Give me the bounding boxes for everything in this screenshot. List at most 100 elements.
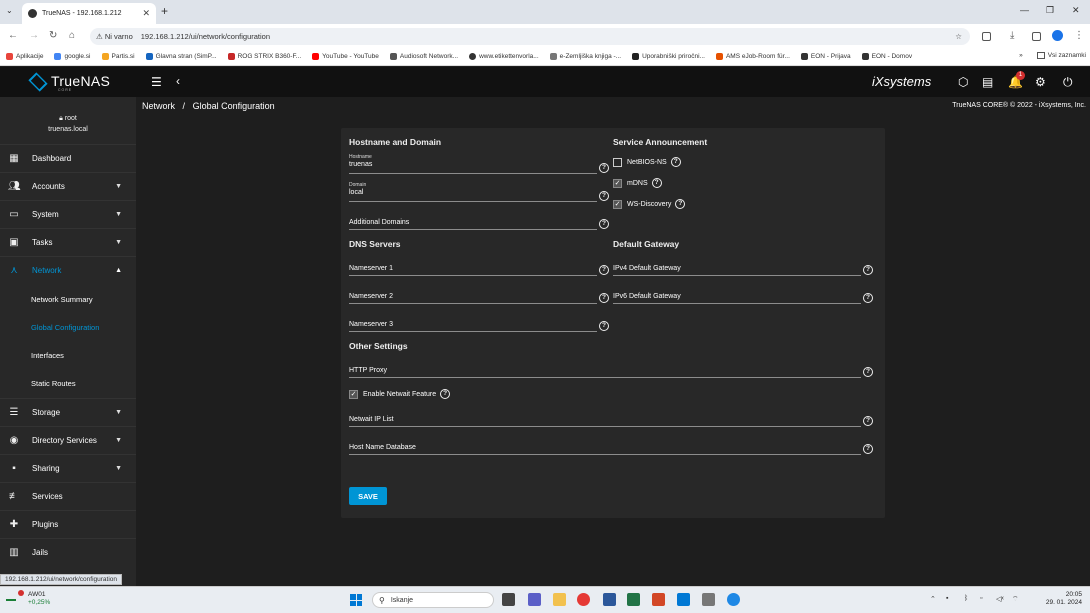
bookmark-item[interactable]: e-Zemljiška knjiga -... [549, 53, 621, 60]
network-tray-icon[interactable]: ⌔ [1012, 595, 1019, 604]
domain-field[interactable]: Domain local [349, 182, 597, 202]
sidebar-item-network[interactable]: ⋏ Network ▲ [0, 256, 136, 284]
sidebar-item-services[interactable]: ≢ Services [0, 482, 136, 510]
forward-icon[interactable]: → [29, 30, 39, 41]
nameserver-1-field[interactable]: Nameserver 1 [349, 256, 597, 276]
netwait-ip-list-field[interactable]: Netwait IP List [349, 407, 861, 427]
bookmark-item[interactable]: EON - Domov [861, 53, 912, 60]
power-icon[interactable]: ⏻ [1063, 75, 1073, 90]
sidebar-item-directory-services[interactable]: ◉ Directory Services ▼ [0, 426, 136, 454]
nameserver-2-field[interactable]: Nameserver 2 [349, 284, 597, 304]
task-view-icon[interactable] [502, 593, 515, 606]
sidebar-item-storage[interactable]: ☰ Storage ▼ [0, 398, 136, 426]
help-icon[interactable]: ? [599, 163, 609, 173]
sidebar-item-jails[interactable]: ▥ Jails [0, 538, 136, 566]
netwait-checkbox[interactable]: ✓ Enable Netwait Feature ? [349, 389, 451, 399]
save-button[interactable]: SAVE [349, 487, 387, 505]
truenas-logo[interactable]: TrueNAS [28, 73, 110, 89]
system-clock[interactable]: 20:05 29. 01. 2024 [1040, 591, 1082, 607]
nameserver-3-field[interactable]: Nameserver 3 [349, 312, 597, 332]
sidebar-item-plugins[interactable]: ✚ Plugins [0, 510, 136, 538]
extensions-icon[interactable] [982, 32, 991, 41]
stock-widget[interactable]: AW01 +0,25% [28, 591, 50, 607]
ipv4-gateway-field[interactable]: IPv4 Default Gateway [613, 256, 861, 276]
outlook-icon[interactable] [677, 593, 690, 606]
browser-tab[interactable]: TrueNAS - 192.168.1.212 ✕ [22, 3, 156, 24]
checkbox-checked[interactable]: ✓ [613, 178, 622, 188]
sidebar-sub-static-routes[interactable]: Static Routes [0, 369, 136, 397]
bookmark-item[interactable]: Aplikacije [6, 53, 43, 60]
bookmarks-overflow[interactable]: » Vsi zaznamki [1019, 52, 1086, 59]
close-tab-icon[interactable]: ✕ [142, 8, 150, 19]
sidebar-sub-global-configuration[interactable]: Global Configuration [0, 313, 136, 341]
back-icon[interactable]: ← [8, 30, 18, 41]
help-icon[interactable]: ? [599, 321, 609, 331]
mdns-checkbox[interactable]: ✓ mDNS ? [613, 178, 662, 188]
settings-gear-icon[interactable]: ⚙ [1035, 75, 1046, 89]
nvidia-icon[interactable]: ▪ [946, 595, 948, 602]
reload-icon[interactable]: ↻ [49, 30, 57, 41]
url-bar[interactable]: ⚠ Ni varno 192.168.1.212/ui/network/conf… [90, 28, 970, 45]
bookmark-item[interactable]: YouTube - YouTube [312, 53, 379, 60]
new-tab-icon[interactable]: + [161, 4, 168, 18]
task-manager-icon[interactable]: ▤ [982, 75, 993, 89]
help-icon[interactable]: ? [599, 293, 609, 303]
help-icon[interactable]: ? [599, 265, 609, 275]
file-explorer-icon[interactable] [553, 593, 566, 606]
minimize-icon[interactable]: — [1020, 5, 1029, 15]
sidebar-sub-interfaces[interactable]: Interfaces [0, 341, 136, 369]
download-icon[interactable]: ⤓ [1010, 30, 1014, 41]
sidebar-item-accounts[interactable]: 👥︎ Accounts ▼ [0, 172, 136, 200]
netbios-checkbox[interactable]: NetBIOS-NS ? [613, 157, 681, 167]
additional-domains-field[interactable]: Additional Domains [349, 210, 597, 230]
profile-avatar[interactable] [1052, 30, 1063, 41]
collapse-chevron-icon[interactable]: ‹ [176, 74, 180, 88]
sidebar-item-sharing[interactable]: ▪ Sharing ▼ [0, 454, 136, 482]
help-icon[interactable]: ? [863, 367, 873, 377]
ws-discovery-checkbox[interactable]: ✓ WS-Discovery ? [613, 199, 686, 209]
powerpoint-icon[interactable] [652, 593, 665, 606]
close-window-icon[interactable]: ✕ [1072, 5, 1080, 16]
app-icon[interactable] [727, 593, 740, 606]
host-name-database-field[interactable]: Host Name Database [349, 435, 861, 455]
bookmark-item[interactable]: ROG STRIX B360-F... [227, 53, 301, 60]
tab-search-icon[interactable]: ⌄ [6, 6, 13, 15]
help-icon[interactable]: ? [863, 444, 873, 454]
all-bookmarks[interactable]: Vsi zaznamki [1048, 52, 1086, 59]
ixsystems-logo[interactable]: iXsystems [872, 74, 931, 89]
not-secure-icon[interactable]: ⚠ Ni varno [96, 32, 133, 41]
truecommand-icon[interactable]: ⬡ [958, 75, 968, 89]
bookmark-item[interactable]: AMS eJob-Room für... [715, 53, 790, 60]
bookmark-item[interactable]: Audiosoft Network... [389, 53, 458, 60]
sidebar-item-dashboard[interactable]: ▦ Dashboard [0, 144, 136, 172]
hostname-field[interactable]: Hostname truenas [349, 154, 597, 174]
sidebar-sub-network-summary[interactable]: Network Summary [0, 285, 136, 313]
teams-icon[interactable] [528, 593, 541, 606]
help-icon[interactable]: ? [599, 191, 609, 201]
help-icon[interactable]: ? [670, 157, 681, 167]
help-icon[interactable]: ? [863, 265, 873, 275]
sidebar-item-system[interactable]: ▭ System ▼ [0, 200, 136, 228]
hamburger-menu-icon[interactable]: ☰ [151, 75, 162, 89]
checkbox-checked[interactable]: ✓ [349, 389, 358, 399]
excel-icon[interactable] [627, 593, 640, 606]
http-proxy-field[interactable]: HTTP Proxy [349, 358, 861, 378]
help-icon[interactable]: ? [599, 219, 609, 229]
tray-expand-icon[interactable]: ⌃ [930, 595, 936, 603]
help-icon[interactable]: ? [863, 416, 873, 426]
checkbox-unchecked[interactable] [613, 157, 622, 167]
menu-icon[interactable]: ⋮ [1074, 30, 1084, 41]
bookmark-item[interactable]: Partis.si [101, 53, 135, 60]
ipv6-gateway-field[interactable]: IPv6 Default Gateway [613, 284, 861, 304]
windows-start-icon[interactable] [350, 594, 362, 606]
bookmark-star-icon[interactable]: ☆ [955, 32, 962, 41]
help-icon[interactable]: ? [440, 389, 451, 399]
help-icon[interactable]: ? [675, 199, 686, 209]
chrome-icon[interactable] [577, 593, 590, 606]
checkbox-checked[interactable]: ✓ [613, 199, 622, 209]
bookmark-item[interactable]: Glavna stran (SimP... [145, 53, 217, 60]
maximize-icon[interactable]: ❐ [1046, 5, 1054, 16]
breadcrumb-network[interactable]: Network [142, 101, 175, 111]
app-icon[interactable] [702, 593, 715, 606]
help-icon[interactable]: ? [651, 178, 662, 188]
